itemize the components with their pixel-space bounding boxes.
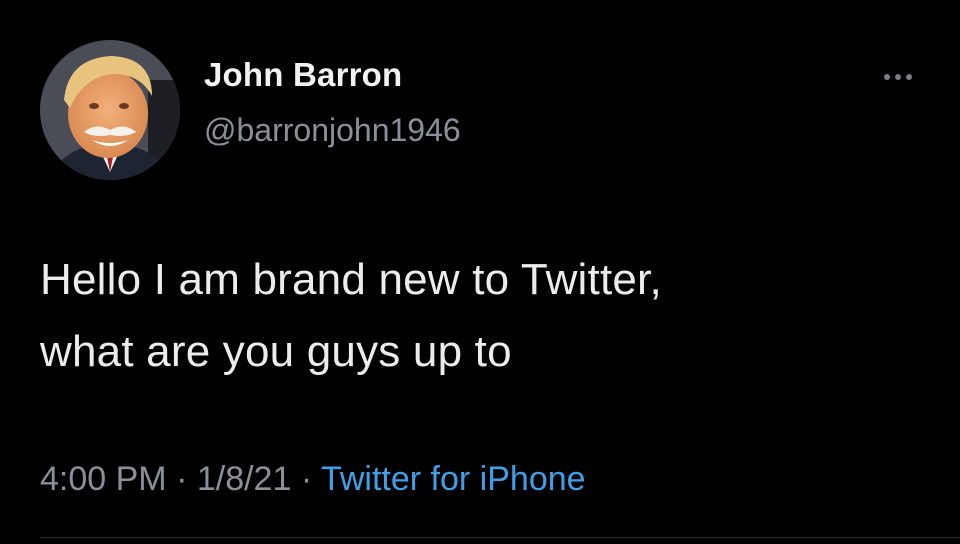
avatar[interactable] [40, 40, 180, 180]
display-name[interactable]: John Barron [204, 56, 402, 94]
more-options-icon[interactable] [880, 70, 916, 84]
tweet-text: Hello I am brand new to Twitter, what ar… [40, 244, 920, 388]
tweet-source-link[interactable]: Twitter for iPhone [321, 460, 586, 498]
profile-photo-icon [40, 40, 180, 180]
tweet-time: 4:00 PM [40, 460, 167, 498]
divider [40, 537, 960, 538]
tweet-text-line: what are you guys up to [40, 327, 512, 376]
meta-separator: · [166, 460, 197, 498]
meta-separator: · [291, 460, 321, 498]
tweet-text-line: Hello I am brand new to Twitter, [40, 255, 662, 304]
tweet-date: 1/8/21 [196, 460, 292, 498]
tweet-card: John Barron @barronjohn1946 Hello I am b… [0, 0, 960, 544]
user-handle[interactable]: @barronjohn1946 [204, 112, 461, 149]
tweet-meta: 4:00 PM · 1/8/21 · Twitter for iPhone [40, 460, 586, 499]
